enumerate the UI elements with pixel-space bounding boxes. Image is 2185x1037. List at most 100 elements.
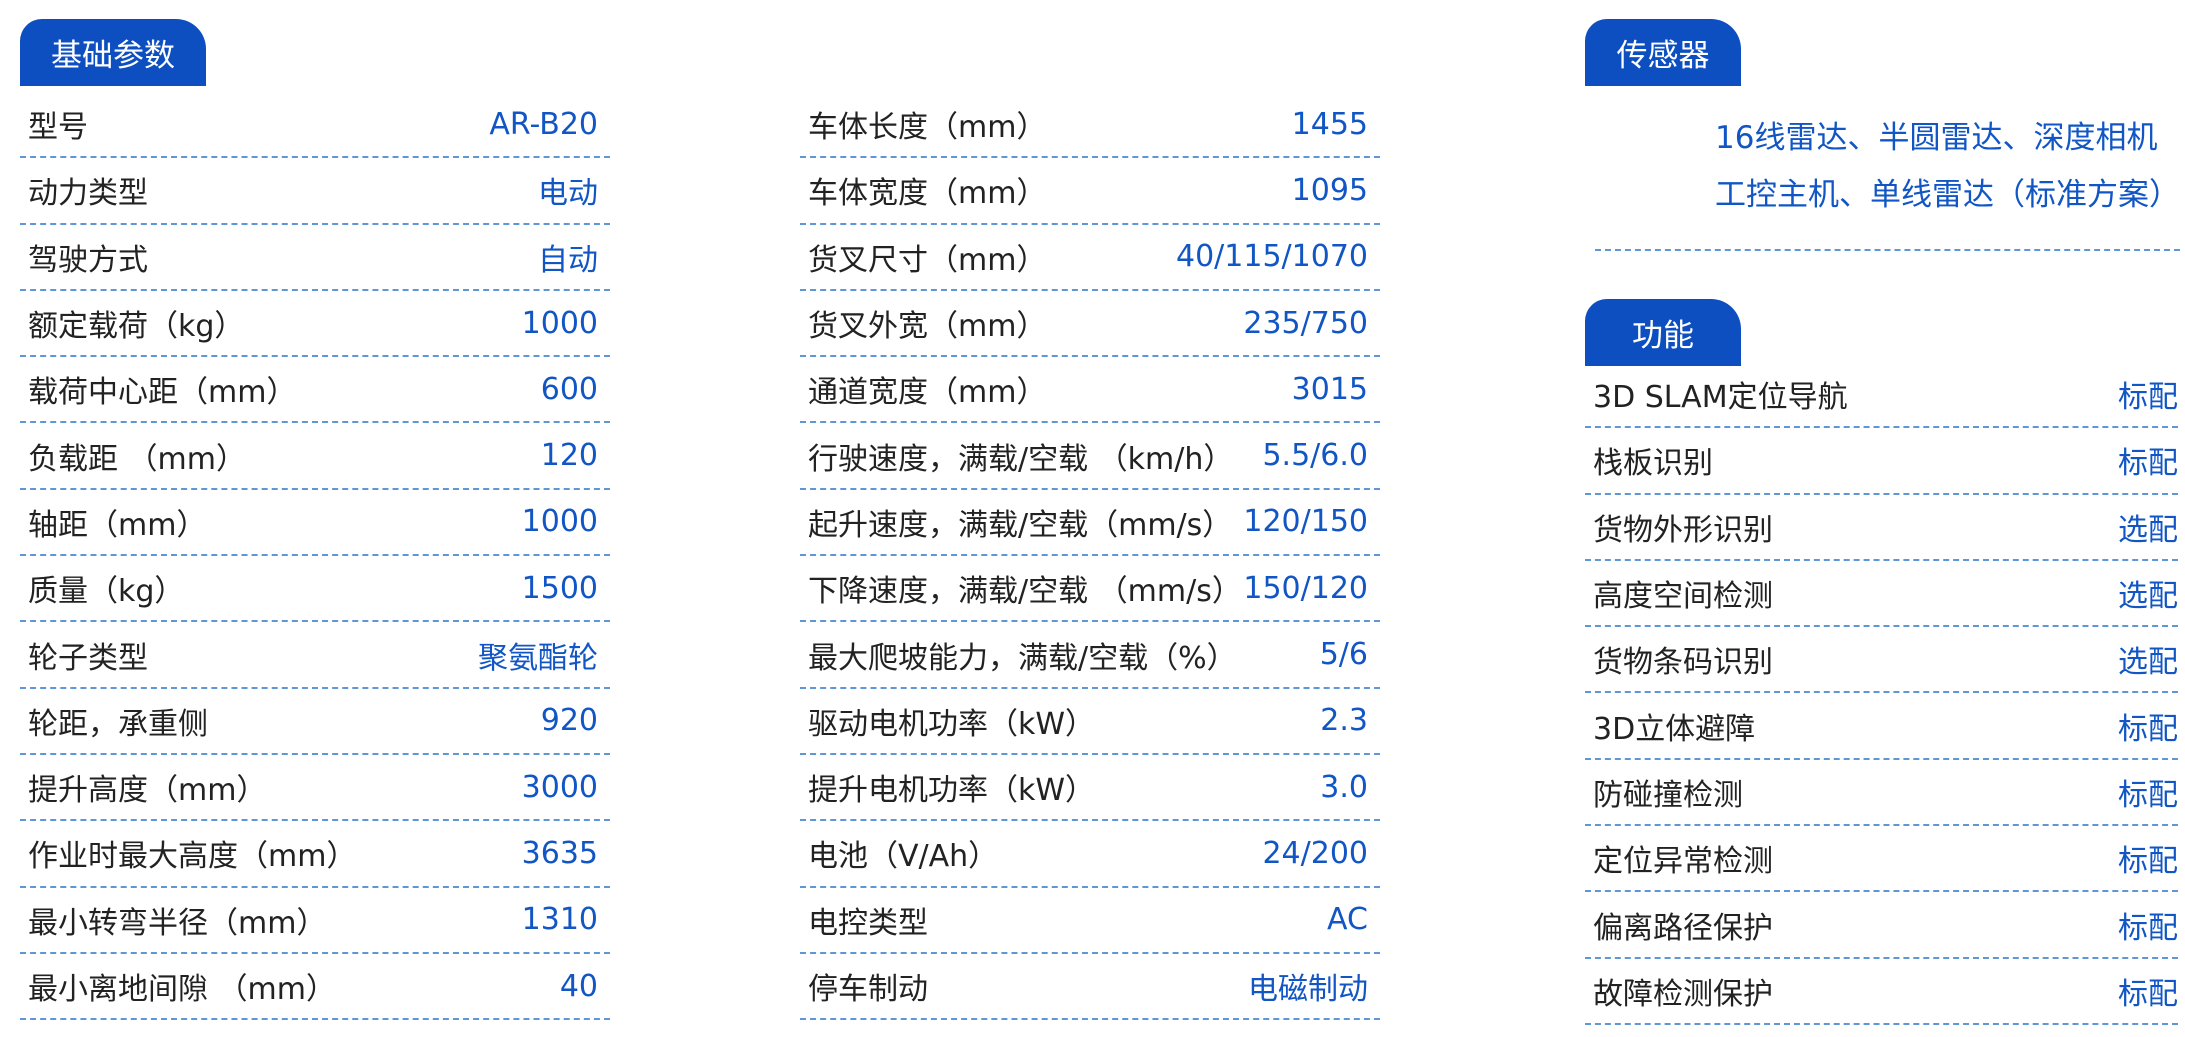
spec-label: 质量（kg） xyxy=(28,574,185,610)
spec-label: 额定载荷（kg） xyxy=(28,309,245,345)
spec-row: 电池（V/Ah） 24/200 xyxy=(800,821,1380,888)
spec-label: 故障检测保护 xyxy=(1593,976,1773,1012)
spec-row: 驾驶方式 自动 xyxy=(20,225,610,291)
spec-label: 载荷中心距（mm） xyxy=(28,375,297,411)
spec-value: 电磁制动 xyxy=(1248,972,1368,1007)
spec-row: 型号 AR-B20 xyxy=(20,92,610,159)
spec-label: 货叉外宽（mm） xyxy=(808,309,1047,345)
spec-label: 防碰撞检测 xyxy=(1593,777,1743,813)
spec-value: 3635 xyxy=(521,835,598,871)
spec-value: 标配 xyxy=(2118,844,2178,880)
spec-row: 负载距 （mm） 120 xyxy=(20,423,610,490)
spec-row: 高度空间检测 选配 xyxy=(1585,561,2178,628)
spec-row: 定位异常检测 标配 xyxy=(1585,826,2178,893)
spec-value: 1095 xyxy=(1291,172,1368,208)
spec-row: 栈板识别 标配 xyxy=(1585,428,2178,495)
spec-value: 2.3 xyxy=(1320,703,1368,739)
spec-label: 作业时最大高度（mm） xyxy=(28,839,357,875)
spec-label: 栈板识别 xyxy=(1593,446,1713,482)
spec-value: 1310 xyxy=(521,902,598,938)
tab-function: 功能 xyxy=(1585,299,1741,366)
spec-label: 动力类型 xyxy=(28,176,148,212)
spec-row: 质量（kg） 1500 xyxy=(20,556,610,623)
spec-value: 1000 xyxy=(521,504,598,540)
spec-value: 1000 xyxy=(521,305,598,341)
spec-row: 偏离路径保护 标配 xyxy=(1585,892,2178,959)
spec-label: 提升电机功率（kW） xyxy=(808,773,1096,809)
spec-value: 聚氨酯轮 xyxy=(478,640,598,676)
spec-label: 型号 xyxy=(28,110,88,146)
spec-value: AR-B20 xyxy=(489,106,598,142)
spec-value: 40 xyxy=(559,968,598,1004)
spec-row: 下降速度，满载/空载 （mm/s） 150/120 xyxy=(800,556,1380,623)
spec-row: 提升电机功率（kW） 3.0 xyxy=(800,755,1380,822)
spec-value: 选配 xyxy=(2118,512,2178,548)
spec-label: 轮子类型 xyxy=(28,640,148,676)
sensor-description: 16线雷达、半圆雷达、深度相机 工控主机、单线雷达（标准方案） xyxy=(1715,110,2185,224)
spec-row: 驱动电机功率（kW） 2.3 xyxy=(800,689,1380,755)
spec-label: 高度空间检测 xyxy=(1593,579,1773,615)
spec-row: 停车制动 电磁制动 xyxy=(800,954,1380,1021)
spec-value: 标配 xyxy=(2118,380,2178,416)
spec-label: 行驶速度，满载/空载 （km/h） xyxy=(808,441,1234,477)
spec-row: 3D SLAM定位导航 标配 xyxy=(1585,362,2178,429)
sensor-line-2: 工控主机、单线雷达（标准方案） xyxy=(1715,177,2180,213)
spec-value: 150/120 xyxy=(1243,570,1368,606)
spec-value: 3.0 xyxy=(1320,769,1368,805)
spec-value: 标配 xyxy=(2118,910,2178,946)
spec-row: 货物条码识别 选配 xyxy=(1585,627,2178,694)
spec-row: 起升速度，满载/空载（mm/s） 120/150 xyxy=(800,490,1380,557)
spec-label: 车体宽度（mm） xyxy=(808,176,1047,212)
spec-value: 3015 xyxy=(1291,371,1368,407)
spec-value: 自动 xyxy=(538,242,598,278)
spec-row: 动力类型 电动 xyxy=(20,158,610,225)
spec-value: 选配 xyxy=(2118,645,2178,681)
spec-value: 40/115/1070 xyxy=(1176,239,1368,275)
spec-label: 货物条码识别 xyxy=(1593,645,1773,681)
spec-row: 故障检测保护 标配 xyxy=(1585,959,2178,1025)
spec-row: 最大爬坡能力，满载/空载（%） 5/6 xyxy=(800,622,1380,689)
spec-row: 轮距，承重侧 920 xyxy=(20,689,610,755)
spec-value: 标配 xyxy=(2118,711,2178,747)
spec-row: 电控类型 AC xyxy=(800,888,1380,954)
spec-row: 车体长度（mm） 1455 xyxy=(800,92,1380,159)
spec-label: 3D立体避障 xyxy=(1593,711,1756,747)
dimension-params-list: 车体长度（mm） 1455 车体宽度（mm） 1095 货叉尺寸（mm） 40/115/1… xyxy=(800,92,1380,1021)
spec-row: 车体宽度（mm） 1095 xyxy=(800,158,1380,225)
spec-value: 电动 xyxy=(538,176,598,212)
function-list: 3D SLAM定位导航 标配 栈板识别 标配 货物外形识别 选配 高度空间检测 选配 货物条码识… xyxy=(1585,362,2178,1025)
sensor-divider xyxy=(1595,249,2180,251)
spec-label: 轮距，承重侧 xyxy=(28,706,208,742)
spec-value: 5/6 xyxy=(1319,637,1368,673)
spec-value: 标配 xyxy=(2118,976,2178,1012)
spec-row: 作业时最大高度（mm） 3635 xyxy=(20,821,610,888)
spec-label: 起升速度，满载/空载（mm/s） xyxy=(808,507,1233,543)
spec-label: 驾驶方式 xyxy=(28,242,148,278)
basic-params-list: 型号 AR-B20 动力类型 电动驾驶方式 自动额定载荷（kg） 1000 载荷中心距（mm… xyxy=(20,92,610,1021)
spec-value: AC xyxy=(1327,902,1368,938)
spec-value: 选配 xyxy=(2118,579,2178,615)
spec-row: 载荷中心距（mm） 600 xyxy=(20,357,610,424)
spec-label: 定位异常检测 xyxy=(1593,844,1773,880)
spec-label: 提升高度（mm） xyxy=(28,773,267,809)
spec-value: 1500 xyxy=(521,570,598,606)
spec-label: 停车制动 xyxy=(808,972,928,1007)
spec-value: 235/750 xyxy=(1243,305,1368,341)
spec-label: 轴距（mm） xyxy=(28,507,207,543)
spec-row: 最小转弯半径（mm） 1310 xyxy=(20,888,610,954)
spec-row: 通道宽度（mm） 3015 xyxy=(800,357,1380,424)
spec-label: 3D SLAM定位导航 xyxy=(1593,380,1848,416)
spec-row: 额定载荷（kg） 1000 xyxy=(20,291,610,358)
spec-label: 偏离路径保护 xyxy=(1593,910,1773,946)
spec-value: 120 xyxy=(540,438,598,474)
spec-row: 防碰撞检测 标配 xyxy=(1585,760,2178,827)
spec-value: 5.5/6.0 xyxy=(1262,438,1368,474)
spec-label: 车体长度（mm） xyxy=(808,110,1047,146)
spec-label: 下降速度，满载/空载 （mm/s） xyxy=(808,574,1242,610)
spec-label: 货叉尺寸（mm） xyxy=(808,242,1047,278)
spec-row: 行驶速度，满载/空载 （km/h） 5.5/6.0 xyxy=(800,423,1380,490)
spec-label: 最大爬坡能力，满载/空载（%） xyxy=(808,640,1237,676)
spec-label: 电池（V/Ah） xyxy=(808,839,999,875)
spec-row: 货叉尺寸（mm） 40/115/1070 xyxy=(800,225,1380,291)
spec-label: 驱动电机功率（kW） xyxy=(808,706,1096,742)
